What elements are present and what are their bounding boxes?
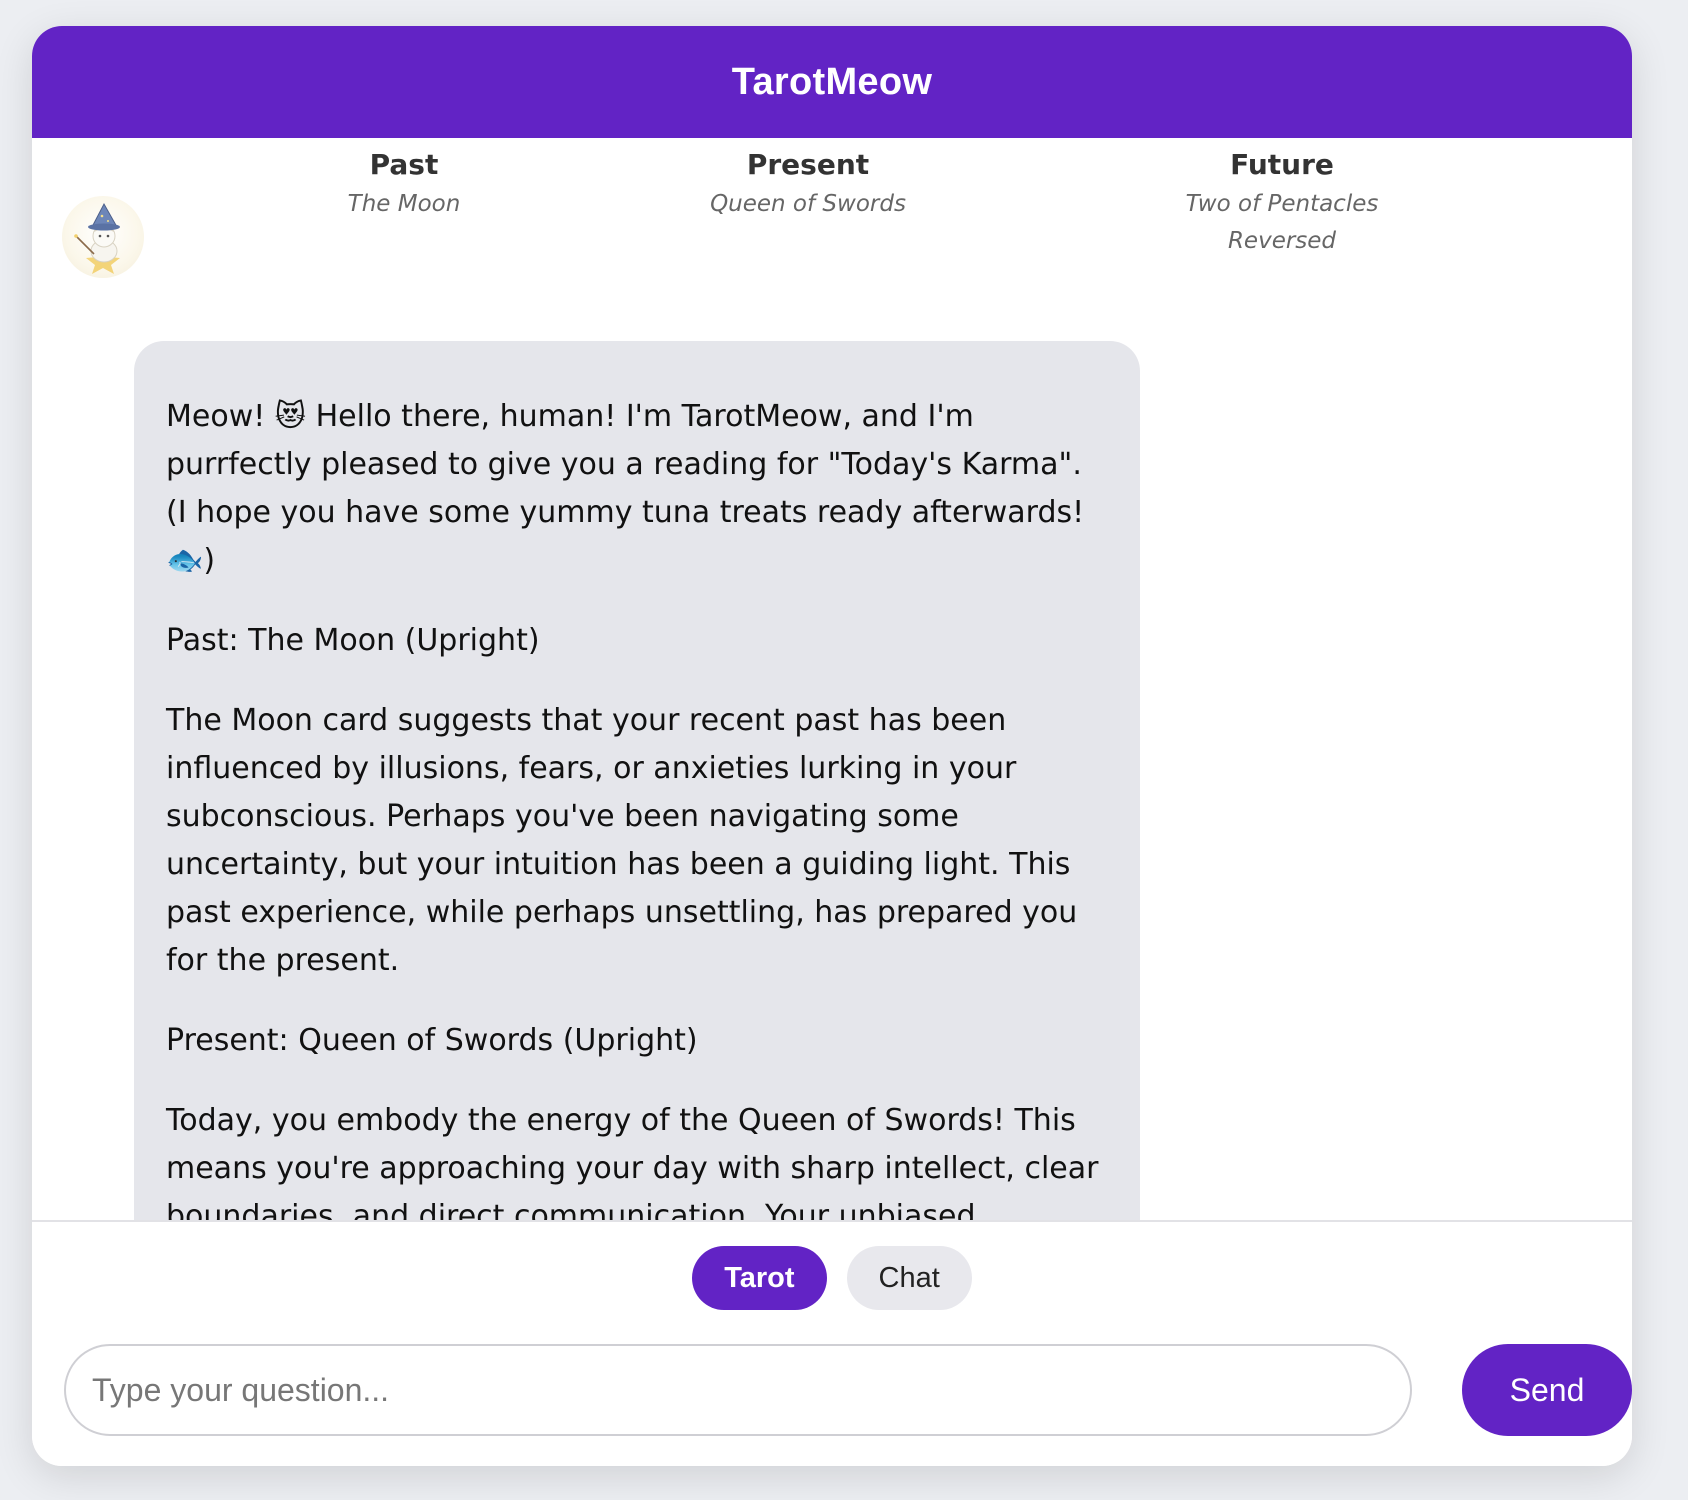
- tarot-mode-button[interactable]: Tarot: [692, 1246, 827, 1310]
- card-position-label: Past: [369, 148, 439, 181]
- send-button[interactable]: Send: [1462, 1344, 1632, 1436]
- card-present: Present Queen of Swords: [648, 146, 968, 223]
- card-future: Future Two of Pentacles Reversed: [1142, 146, 1422, 260]
- assistant-message-bubble: Meow! 😻 Hello there, human! I'm TarotMeo…: [134, 341, 1140, 1246]
- card-position-label: Present: [746, 148, 870, 181]
- message-paragraph: Meow! 😻 Hello there, human! I'm TarotMeo…: [166, 399, 1085, 578]
- message-paragraph: Past: The Moon (Upright): [166, 623, 540, 658]
- app-header: TarotMeow: [32, 26, 1632, 138]
- message-paragraph: Present: Queen of Swords (Upright): [166, 1023, 698, 1058]
- card-name: Queen of Swords: [710, 191, 906, 217]
- messages-area[interactable]: Past The Moon Present Queen of Swords Fu…: [32, 138, 1632, 1246]
- message-paragraph: The Moon card suggests that your recent …: [166, 703, 1078, 978]
- card-name: The Moon: [347, 191, 461, 217]
- chat-mode-button[interactable]: Chat: [846, 1246, 972, 1310]
- card-name: Two of Pentacles Reversed: [1185, 191, 1379, 254]
- card-position-label: Future: [1230, 148, 1334, 181]
- input-row: Send: [64, 1344, 1632, 1436]
- mode-toggle: Tarot Chat: [32, 1246, 1632, 1310]
- wizard-cat-avatar-icon: [62, 196, 144, 278]
- app-window: TarotMeow Past The Moon Present Queen of…: [32, 26, 1632, 1466]
- composer-footer: Tarot Chat Send: [32, 1220, 1632, 1466]
- card-past: Past The Moon: [244, 146, 564, 223]
- tarot-spread: Past The Moon Present Queen of Swords Fu…: [32, 138, 1632, 288]
- question-input[interactable]: [64, 1344, 1412, 1436]
- app-title: TarotMeow: [731, 60, 933, 103]
